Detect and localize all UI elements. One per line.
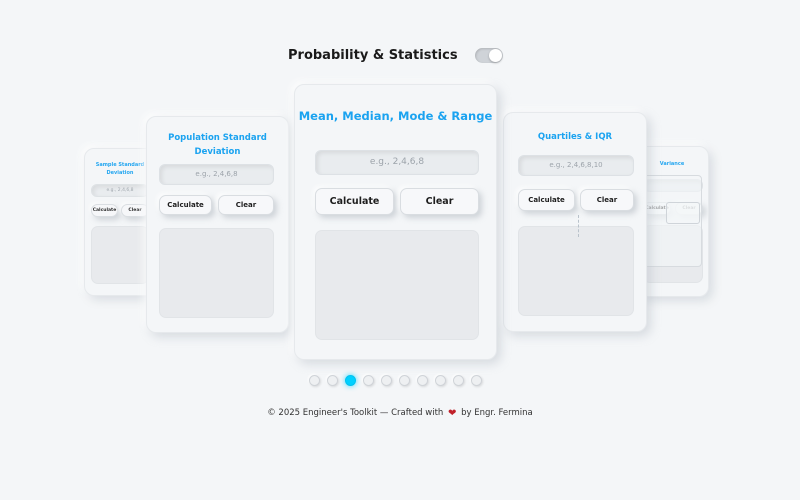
heart-icon: ❤ xyxy=(448,408,457,419)
card-title: Sample Standard Deviation xyxy=(95,162,145,176)
data-input[interactable]: e.g., 2,4,6,8 xyxy=(315,150,479,175)
data-input[interactable]: e.g., 2,4,6,8,10 xyxy=(518,155,634,176)
card-title: Quartiles & IQR xyxy=(537,132,613,142)
calculate-button[interactable]: Calculate xyxy=(518,189,575,211)
pagination-dot-4[interactable] xyxy=(363,375,374,386)
pagination-dot-1[interactable] xyxy=(309,375,320,386)
toggle-knob xyxy=(489,49,502,62)
overlapping-card-ghost-inner xyxy=(666,202,700,224)
footer-credit-prefix: © 2025 Engineer's Toolkit — Crafted with xyxy=(267,408,444,418)
result-output xyxy=(91,226,149,284)
pagination-dot-5[interactable] xyxy=(381,375,392,386)
page-title: Probability & Statistics xyxy=(288,48,458,63)
calculator-card-mean-median-mode[interactable]: Mean, Median, Mode & Range e.g., 2,4,6,8… xyxy=(294,84,497,360)
clear-button[interactable]: Clear xyxy=(218,195,274,215)
header: Probability & Statistics xyxy=(0,46,800,68)
calculate-button[interactable]: Calculate xyxy=(91,204,118,217)
calculate-button[interactable]: Calculate xyxy=(159,195,212,215)
overlapping-card-edge xyxy=(578,215,581,237)
pagination-dot-2[interactable] xyxy=(327,375,338,386)
data-input[interactable]: e.g., 2,4,6,8 xyxy=(91,184,149,197)
pagination-dot-3[interactable] xyxy=(345,375,356,386)
pagination-dot-7[interactable] xyxy=(417,375,428,386)
carousel-pagination xyxy=(309,375,489,387)
pagination-dot-8[interactable] xyxy=(435,375,446,386)
result-output xyxy=(159,228,274,318)
data-input[interactable]: e.g., 2,4,6,8 xyxy=(159,164,274,185)
clear-button[interactable]: Clear xyxy=(400,188,479,215)
calculator-card-quartiles-iqr[interactable]: Quartiles & IQR e.g., 2,4,6,8,10 Calcula… xyxy=(503,112,647,332)
clear-button[interactable]: Clear xyxy=(121,204,149,217)
result-output xyxy=(315,230,479,340)
footer: © 2025 Engineer's Toolkit — Crafted with… xyxy=(0,408,800,419)
result-output xyxy=(518,226,634,316)
pagination-dot-9[interactable] xyxy=(453,375,464,386)
pagination-dot-6[interactable] xyxy=(399,375,410,386)
theme-toggle[interactable] xyxy=(475,48,503,63)
calculate-button[interactable]: Calculate xyxy=(315,188,394,215)
card-title: Population Standard Deviation xyxy=(168,133,267,157)
footer-credit-suffix: by Engr. Fermina xyxy=(461,408,533,418)
card-title: Mean, Median, Mode & Range xyxy=(298,109,493,123)
calculator-card-population-std-dev[interactable]: Population Standard Deviation e.g., 2,4,… xyxy=(146,116,289,333)
pagination-dot-10[interactable] xyxy=(471,375,482,386)
clear-button[interactable]: Clear xyxy=(580,189,634,211)
